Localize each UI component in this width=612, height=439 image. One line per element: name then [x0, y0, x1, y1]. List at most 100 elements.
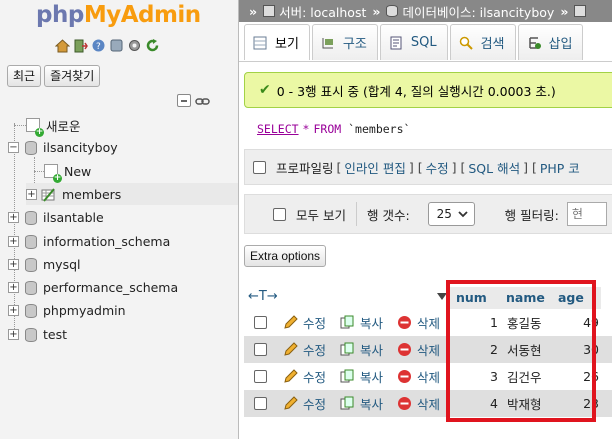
profiling-checkbox[interactable] [253, 160, 266, 174]
tree-item-phpmyadmin[interactable]: + phpmyadmin [8, 299, 126, 321]
link-icon[interactable] [195, 94, 210, 109]
edit-link[interactable]: 수정 [426, 158, 449, 177]
database-icon [23, 303, 37, 318]
table-row: 수정 복사 삭제 4 박재형 23 [244, 390, 612, 417]
table-icon [574, 5, 587, 17]
expand-expander[interactable]: + [8, 281, 19, 293]
sql-star: * [302, 122, 310, 136]
explain-sql-link[interactable]: SQL 해석 [468, 158, 520, 177]
cell-num: 1 [490, 315, 498, 330]
exit-icon[interactable] [73, 38, 88, 53]
extra-options-button[interactable]: Extra options [244, 245, 327, 267]
success-message: ✔ 0 - 3행 표시 중 (합계 4, 질의 실행시간 0.0003 초.) [244, 72, 612, 108]
copy-action[interactable]: 복사 [340, 394, 383, 413]
row-count-select[interactable]: 25 [427, 202, 475, 226]
delete-icon [397, 369, 412, 384]
cell-age: 30 [583, 342, 599, 357]
delete-action[interactable]: 삭제 [397, 313, 440, 332]
filter-rows-input[interactable]: 현 [566, 202, 607, 226]
tree-item-test[interactable]: + test [8, 323, 67, 345]
tab-search[interactable]: 검색 [449, 24, 516, 60]
column-arrows-icon[interactable]: ←T→ [248, 289, 278, 304]
search-icon [459, 36, 473, 50]
tree-item-ilsantable[interactable]: + ilsantable [8, 206, 104, 228]
expand-expander[interactable]: + [8, 235, 19, 247]
result-table: ←T→ num name age 수정 복사 삭제 1 홍길동 49 수정 복사… [244, 287, 612, 417]
row-checkbox[interactable] [254, 370, 267, 383]
tree-item-members[interactable]: + members [26, 183, 238, 205]
column-header-name[interactable]: name [499, 287, 551, 309]
sql-table-name: `members` [348, 122, 411, 136]
insert-icon [527, 36, 541, 50]
tab-browse[interactable]: 보기 [244, 24, 310, 60]
database-icon [23, 210, 37, 225]
row-checkbox[interactable] [254, 316, 267, 329]
copy-action[interactable]: 복사 [340, 367, 383, 386]
tree-item-mysql[interactable]: + mysql [8, 253, 81, 275]
delete-action[interactable]: 삭제 [397, 394, 440, 413]
delete-action[interactable]: 삭제 [397, 367, 440, 386]
row-checkbox[interactable] [254, 343, 267, 356]
home-icon[interactable] [55, 38, 70, 53]
column-header-age[interactable]: age [551, 287, 601, 309]
help-icon[interactable]: ? [91, 38, 106, 53]
collapse-all-icon[interactable] [177, 94, 191, 107]
pencil-icon [283, 396, 298, 411]
reload-icon[interactable] [145, 38, 160, 53]
copy-icon [340, 315, 355, 330]
edit-action[interactable]: 수정 [283, 313, 326, 332]
delete-action[interactable]: 삭제 [397, 340, 440, 359]
tree-item-performance-schema[interactable]: + performance_schema [8, 276, 178, 298]
tree-item-new-table[interactable]: New [44, 160, 91, 183]
browse-icon [253, 36, 267, 50]
copy-action[interactable]: 복사 [340, 313, 383, 332]
expand-expander[interactable]: + [8, 211, 19, 223]
tree-item-ilsancityboy[interactable]: − ilsancityboy [8, 136, 118, 158]
tab-structure[interactable]: 구조 [311, 24, 378, 60]
tree-item-new-database[interactable]: 새로운 [26, 114, 81, 137]
cell-num: 4 [490, 396, 498, 411]
edit-action[interactable]: 수정 [283, 367, 326, 386]
tab-insert[interactable]: 삽입 [517, 24, 584, 60]
chevron-down-icon [458, 207, 468, 221]
favorites-button[interactable]: 즐겨찾기 [44, 65, 101, 87]
breadcrumb-database[interactable]: 데이터베이스: ilsancityboy [402, 2, 554, 21]
edit-action[interactable]: 수정 [283, 340, 326, 359]
table-row: 수정 복사 삭제 2 서동현 30 [244, 336, 612, 363]
expand-expander[interactable]: + [26, 188, 37, 200]
breadcrumb-server[interactable]: 서버: localhost [279, 2, 366, 21]
expand-expander[interactable]: + [8, 304, 19, 316]
settings-icon[interactable] [127, 38, 142, 53]
expand-expander[interactable]: + [8, 328, 19, 340]
copy-action[interactable]: 복사 [340, 340, 383, 359]
docs-icon[interactable] [109, 38, 124, 53]
cell-age: 23 [583, 396, 599, 411]
collapse-expander[interactable]: − [8, 141, 19, 153]
show-all-checkbox[interactable] [273, 207, 286, 221]
breadcrumb-separator: » [249, 3, 258, 19]
phpmyadmin-logo[interactable]: phpMyAdmin [36, 2, 201, 28]
breadcrumb: » 서버: localhost » 데이터베이스: ilsancityboy » [239, 0, 612, 22]
recent-button[interactable]: 최근 [7, 65, 42, 87]
tab-sql[interactable]: SQL [379, 24, 448, 60]
expand-expander[interactable]: + [8, 258, 19, 270]
inline-edit-link[interactable]: 인라인 편집 [344, 158, 405, 177]
navigation-sidebar: phpMyAdmin ? 최근 즐겨찾기 + 새로운 − ilsancitybo… [0, 0, 239, 439]
check-icon: ✔ [259, 82, 271, 98]
database-icon [23, 257, 37, 272]
svg-text:?: ? [96, 42, 101, 52]
sql-keyword-select[interactable]: SELECT [257, 122, 299, 136]
sql-query: SELECT * FROM `members` [257, 122, 410, 136]
breadcrumb-separator: » [372, 3, 381, 19]
column-header-num[interactable]: num [449, 287, 499, 309]
delete-icon [397, 315, 412, 330]
main-content: ✔ 0 - 3행 표시 중 (합계 4, 질의 실행시간 0.0003 초.) … [239, 62, 612, 439]
database-icon [23, 327, 37, 342]
edit-action[interactable]: 수정 [283, 394, 326, 413]
row-checkbox[interactable] [254, 397, 267, 410]
sort-triangle-icon[interactable] [437, 293, 447, 300]
copy-icon [340, 369, 355, 384]
php-code-link[interactable]: PHP 코 [540, 158, 580, 177]
sql-options-bar: 프로파일링 [인라인 편집] [수정] [SQL 해석] [PHP 코 [244, 149, 612, 185]
tree-item-information-schema[interactable]: + information_schema [8, 230, 170, 252]
